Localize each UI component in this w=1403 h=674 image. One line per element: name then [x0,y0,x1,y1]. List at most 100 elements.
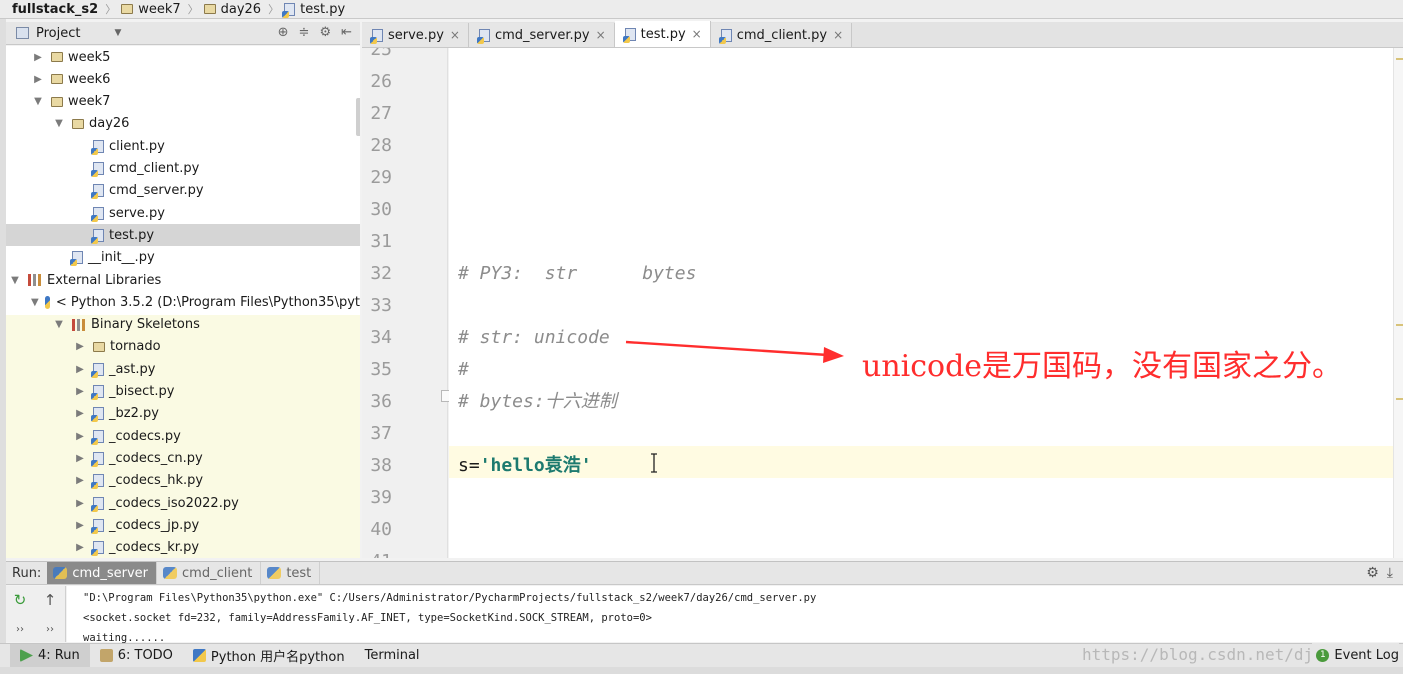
chevron-down-icon[interactable]: ▼ [8,275,22,286]
line-number: 32 [370,263,392,284]
scroll-from-source-icon[interactable]: ⊕ [278,25,289,40]
chevron-right-icon[interactable]: ▶ [73,542,87,553]
tree-item-label: _codecs_kr.py [109,540,200,556]
editor-tab[interactable]: cmd_server.py × [468,23,615,47]
tree-item[interactable]: ▶ tornado [6,336,360,358]
tree-item[interactable]: cmd_server.py [6,180,360,202]
editor-tab-label: serve.py [388,27,444,43]
expand-icon[interactable]: ›› [10,620,30,640]
project-header-tools: ⊕ ≑ ⚙ ⇤ [278,25,352,40]
python-file-icon [622,27,636,43]
tree-item[interactable]: ▶ _bisect.py [6,381,360,403]
line-number: 25 [370,48,392,60]
run-tab-label: test [286,565,312,581]
tree-item[interactable]: ▶ _bz2.py [6,403,360,425]
tool-label: 4: Run [38,648,80,663]
stripe-mark [1396,58,1403,60]
event-log-label: Event Log [1334,647,1399,663]
chevron-right-icon[interactable]: ▶ [31,52,45,63]
tool-todo-button[interactable]: 6: TODO [90,644,183,668]
chevron-right-icon[interactable]: ▶ [73,431,87,442]
breadcrumb-project[interactable]: fullstack_s2 [12,0,104,19]
tree-item[interactable]: ▼ week7 [6,91,360,113]
tree-item[interactable]: __init__.py [6,247,360,269]
rerun-icon[interactable]: ↻ [10,590,30,610]
tree-item[interactable]: ▶ _ast.py [6,358,360,380]
tree-item[interactable]: serve.py [6,202,360,224]
tree-item[interactable]: ▼ Binary Skeletons [6,314,360,336]
chevron-right-icon[interactable]: ▶ [73,341,87,352]
chevron-down-icon[interactable]: ▼ [31,96,45,107]
chevron-down-icon[interactable]: ▼ [52,118,66,129]
chevron-right-icon[interactable]: ▶ [73,453,87,464]
python-file-icon [718,28,732,44]
hide-panel-icon[interactable]: ⇤ [341,25,352,40]
tree-item-label: week7 [68,94,111,110]
project-view-selector[interactable]: Project ▼ [6,22,121,44]
tool-terminal-button[interactable]: Terminal [355,644,430,668]
gear-icon[interactable]: ⚙ [319,25,331,40]
tree-item[interactable]: ▶ week6 [6,68,360,90]
run-console-output[interactable]: "D:\Program Files\Python35\python.exe" C… [67,586,1403,644]
chevron-right-icon[interactable]: ▶ [73,408,87,419]
console-line: "D:\Program Files\Python35\python.exe" C… [83,592,817,604]
chevron-right-icon[interactable]: ▶ [31,74,45,85]
python-file-icon [70,251,83,267]
breadcrumb-week7[interactable]: week7 [121,0,186,19]
editor-tab[interactable]: cmd_client.py × [710,23,853,47]
line-number: 30 [370,199,392,220]
breadcrumb-day26[interactable]: day26 [203,0,267,19]
tree-item[interactable]: ▼ External Libraries [6,269,360,291]
chevron-right-icon[interactable]: ▶ [73,498,87,509]
tree-item[interactable]: ▼ day26 [6,113,360,135]
chevron-down-icon[interactable]: ▼ [31,297,39,308]
line-number: 41 [362,546,392,558]
tree-item[interactable]: ▼ < Python 3.5.2 (D:\Program Files\Python… [6,291,360,313]
chevron-right-icon[interactable]: ▶ [73,475,87,486]
tree-item[interactable]: ▶ week5 [6,46,360,68]
tree-item-label: _codecs_jp.py [109,517,200,533]
tree-item[interactable]: ▶ _codecs_kr.py [6,537,360,558]
tree-item[interactable]: ▶ _codecs_cn.py [6,447,360,469]
breadcrumb-file[interactable]: test.py [282,0,351,19]
tree-item[interactable]: ▶ _codecs_jp.py [6,514,360,536]
tree-item[interactable]: ▶ _codecs_hk.py [6,470,360,492]
breadcrumb: fullstack_s2 〉 week7 〉 day26 〉 test.py [0,0,1403,19]
minimize-icon[interactable]: ⤓ [1387,565,1393,581]
code-editor[interactable]: # PY3: str bytes # str: unicode # # bytes:十… [449,48,1393,558]
line-number: 26 [370,71,392,92]
editor-tab[interactable]: test.py × [614,21,711,47]
error-stripe[interactable] [1393,48,1403,558]
python-file-icon [91,496,104,512]
close-icon[interactable]: × [692,27,702,41]
tree-item[interactable]: client.py [6,135,360,157]
tree-item[interactable]: ▶ _codecs_iso2022.py [6,492,360,514]
tool-python-console-button[interactable]: Python 用户名python [183,644,355,668]
chevron-down-icon[interactable]: ▼ [52,319,66,330]
arrow-up-icon[interactable]: ↑ [40,590,60,610]
editor-tab[interactable]: serve.py × [362,23,469,47]
gear-icon[interactable]: ⚙ [1366,565,1379,581]
tree-item[interactable]: test.py [6,224,360,247]
run-tab[interactable]: test [261,562,321,584]
close-icon[interactable]: × [450,28,460,42]
run-tab[interactable]: cmd_client [157,562,262,584]
tree-scrollbar[interactable] [356,98,360,136]
close-icon[interactable]: × [833,28,843,42]
chevron-right-icon[interactable]: ▶ [73,520,87,531]
chevron-right-icon[interactable]: ▶ [73,364,87,375]
line-number: 33 [370,295,392,316]
tree-item[interactable]: ▶ _codecs.py [6,425,360,447]
tree-item-label: _ast.py [109,361,156,377]
tree-item-label: client.py [109,138,165,154]
chevron-right-icon[interactable]: ▶ [73,386,87,397]
tool-run-button[interactable]: 4: Run [10,643,90,668]
expand-icon[interactable]: ›› [40,620,60,640]
stripe-mark [1396,398,1403,400]
collapse-all-icon[interactable]: ≑ [299,25,310,40]
close-icon[interactable]: × [596,28,606,42]
tree-item[interactable]: cmd_client.py [6,158,360,180]
event-log-button[interactable]: 1 Event Log [1312,643,1399,667]
tree-item-label: _bisect.py [109,384,175,399]
run-tab[interactable]: cmd_server [47,562,158,584]
